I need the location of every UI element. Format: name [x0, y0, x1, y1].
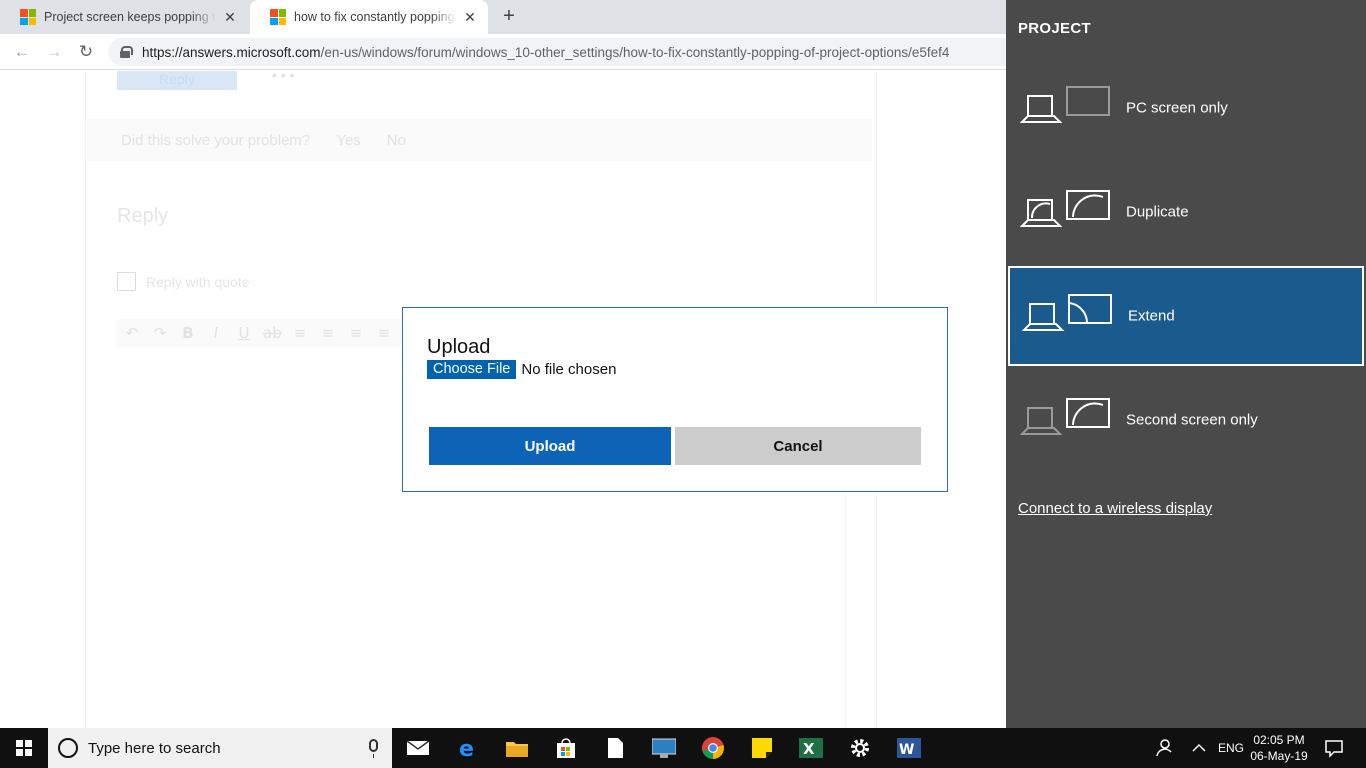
reply-button[interactable]: Reply: [117, 71, 237, 90]
chrome-icon[interactable]: [701, 736, 725, 760]
option-label: Extend: [1128, 307, 1175, 325]
forward-arrow-icon[interactable]: →: [44, 42, 64, 62]
quote-label: Reply with quote: [146, 273, 250, 290]
extend-icon: [1022, 294, 1112, 331]
svg-text:W: W: [899, 742, 914, 758]
align-center-icon[interactable]: ≡: [319, 324, 337, 342]
taskbar: Type here to search e X W ENG 02:05 PM 0…: [0, 728, 1366, 768]
language-indicator[interactable]: ENG: [1218, 728, 1244, 768]
url-host: https://answers.microsoft.com: [142, 44, 321, 60]
dialog-title: Upload: [427, 336, 491, 358]
close-tab-icon[interactable]: ✕: [222, 9, 238, 26]
store-icon[interactable]: [554, 736, 578, 760]
more-options-icon[interactable]: • • •: [272, 71, 294, 83]
redo-icon[interactable]: ↷: [151, 324, 169, 342]
option-pc-screen-only[interactable]: PC screen only: [1006, 58, 1366, 158]
file-explorer-icon[interactable]: [505, 736, 529, 760]
settings-icon[interactable]: [848, 736, 872, 760]
lock-icon: [120, 46, 133, 58]
quote-checkbox[interactable]: [117, 272, 136, 291]
editor-toolbar: ↶ ↷ B I U ab ≡ ≡ ≡ ≡: [117, 319, 407, 347]
browser-tab-2[interactable]: how to fix constantly popping of ✕: [250, 0, 488, 34]
bold-icon[interactable]: B: [179, 324, 197, 342]
justify-icon[interactable]: ≡: [375, 324, 393, 342]
cancel-button[interactable]: Cancel: [675, 427, 921, 465]
back-arrow-icon[interactable]: ←: [12, 42, 32, 62]
svg-text:e: e: [459, 737, 474, 760]
duplicate-icon: [1020, 190, 1110, 227]
option-label: PC screen only: [1126, 99, 1228, 117]
microsoft-favicon-icon: [20, 9, 36, 25]
align-right-icon[interactable]: ≡: [347, 324, 365, 342]
new-tab-icon[interactable]: +: [498, 6, 520, 28]
word-icon[interactable]: W: [897, 736, 921, 760]
reply-heading: Reply: [117, 205, 169, 227]
align-left-icon[interactable]: ≡: [291, 324, 309, 342]
edge-icon[interactable]: e: [456, 736, 480, 760]
solve-feedback-bar: Did this solve your problem? Yes No: [87, 119, 872, 161]
mail-icon[interactable]: [406, 736, 430, 760]
panel-title: PROJECT: [1018, 20, 1091, 37]
microsoft-favicon-icon: [270, 9, 286, 25]
start-button[interactable]: [0, 728, 48, 768]
project-panel: PROJECT PC screen only Duplicate Extend: [1006, 0, 1366, 728]
no-link[interactable]: No: [387, 132, 406, 149]
browser-toolbar: ← → ↻ https://answers.microsoft.com/en-u…: [0, 34, 1018, 70]
upload-button[interactable]: Upload: [429, 427, 671, 465]
solve-question: Did this solve your problem?: [121, 131, 311, 149]
file-input[interactable]: Choose File No file chosen: [427, 360, 616, 379]
cortana-icon: [58, 738, 78, 758]
url-path: /en-us/windows/forum/windows_10-other_se…: [320, 44, 950, 60]
taskbar-search[interactable]: Type here to search: [48, 728, 392, 768]
browser-tab-1[interactable]: Project screen keeps popping up ✕: [0, 0, 248, 34]
browser-tabstrip: Project screen keeps popping up ✕ how to…: [0, 0, 1006, 34]
address-bar[interactable]: https://answers.microsoft.com/en-us/wind…: [108, 38, 1018, 66]
option-second-screen-only[interactable]: Second screen only: [1006, 370, 1366, 470]
pc-screen-only-icon: [1020, 86, 1110, 123]
svg-text:X: X: [803, 740, 815, 758]
microphone-icon[interactable]: [369, 739, 378, 758]
excel-icon[interactable]: X: [799, 736, 823, 760]
option-duplicate[interactable]: Duplicate: [1006, 162, 1366, 262]
clock[interactable]: 02:05 PM 06-May-19: [1244, 732, 1314, 764]
option-label: Second screen only: [1126, 411, 1258, 429]
sticky-notes-icon[interactable]: [750, 736, 774, 760]
search-placeholder: Type here to search: [88, 739, 221, 757]
connect-wireless-display-link[interactable]: Connect to a wireless display: [1018, 500, 1212, 517]
reload-icon[interactable]: ↻: [76, 42, 96, 62]
option-extend[interactable]: Extend: [1008, 266, 1364, 366]
action-center-icon[interactable]: [1324, 728, 1344, 768]
yes-link[interactable]: Yes: [336, 132, 360, 149]
tab-title: Project screen keeps popping up: [44, 10, 216, 24]
close-tab-icon[interactable]: ✕: [462, 9, 478, 26]
time: 02:05 PM: [1253, 733, 1305, 747]
chevron-up-icon[interactable]: [1192, 728, 1206, 768]
underline-icon[interactable]: U: [235, 324, 253, 342]
option-label: Duplicate: [1126, 203, 1189, 221]
file-icon[interactable]: [603, 736, 627, 760]
file-status: No file chosen: [521, 361, 617, 378]
tab-title: how to fix constantly popping of: [294, 10, 456, 24]
remote-desktop-icon[interactable]: [652, 736, 676, 760]
undo-icon[interactable]: ↶: [123, 324, 141, 342]
strikethrough-icon[interactable]: ab: [263, 324, 282, 342]
reply-with-quote[interactable]: Reply with quote: [117, 272, 250, 291]
date: 06-May-19: [1250, 749, 1308, 763]
italic-icon[interactable]: I: [207, 324, 225, 342]
second-screen-only-icon: [1020, 398, 1110, 435]
windows-logo-icon: [16, 740, 32, 756]
choose-file-button[interactable]: Choose File: [427, 360, 517, 379]
people-icon[interactable]: [1154, 728, 1174, 768]
upload-dialog: Upload Choose File No file chosen Upload…: [402, 307, 948, 492]
